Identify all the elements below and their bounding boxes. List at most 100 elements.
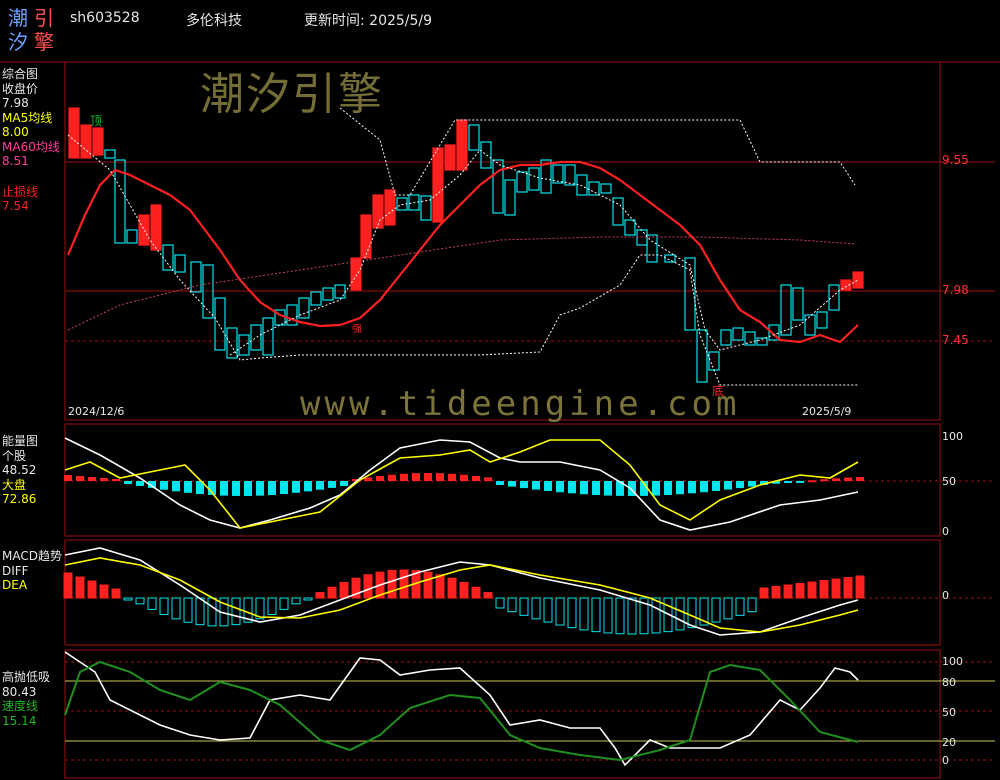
energy-bar-52 [676, 481, 684, 495]
osc-level-0: 0 [942, 754, 949, 767]
macd-bar-28 [387, 570, 397, 599]
energy-bar-46 [604, 481, 612, 496]
macd-bar-6 [123, 597, 133, 601]
macd-bar-18 [267, 597, 277, 615]
candle-36 [492, 159, 504, 214]
macd-bar-67 [855, 575, 865, 599]
candle-8 [150, 204, 162, 251]
energy-bar-34 [460, 474, 468, 481]
macd-bar-26 [363, 574, 373, 599]
macd-bar-36 [483, 592, 493, 599]
macd-bar-4 [99, 584, 109, 599]
macd-bar-1 [63, 572, 73, 599]
trend-line [66, 160, 859, 344]
macd-bar-57 [735, 597, 745, 616]
energy-bar-31 [424, 473, 432, 481]
macd-bar-63 [807, 581, 817, 599]
macd-bar-39 [519, 597, 529, 616]
ma60-label: MA60均线 [2, 139, 60, 154]
macd-bar-23 [327, 586, 337, 599]
macd-bar-3 [87, 580, 97, 599]
candle-61 [804, 314, 816, 336]
candle-31 [432, 147, 444, 223]
energy-bar-5 [112, 479, 120, 481]
candle-7 [138, 214, 150, 246]
osc-level-50: 50 [942, 706, 956, 719]
osc-level-100: 100 [942, 655, 963, 668]
candle-45 [600, 183, 612, 194]
candle-38 [516, 171, 528, 193]
candle-37 [504, 179, 516, 216]
macd-level-0: 0 [942, 589, 949, 602]
candle-47 [624, 219, 636, 236]
candle-17 [262, 317, 274, 356]
energy-bar-32 [436, 473, 444, 481]
candle-60 [792, 287, 804, 321]
energy-bar-54 [700, 481, 708, 493]
energy-bar-35 [472, 476, 480, 481]
energy-bar-17 [256, 481, 264, 496]
macd-bar-55 [711, 597, 721, 623]
macd-bar-11 [183, 597, 193, 623]
energy-bar-27 [376, 476, 384, 481]
candle-22 [322, 287, 334, 301]
candle-65 [852, 271, 864, 289]
candle-14 [226, 327, 238, 359]
macd-bar-34 [459, 581, 469, 599]
osc-level-20: 20 [942, 736, 956, 749]
energy-bar-2 [76, 476, 84, 481]
energy-bar-53 [688, 481, 696, 494]
macd-bar-48 [627, 597, 637, 635]
stock-energy-label: 个股 [2, 448, 27, 463]
price-level-2: 7.98 [942, 283, 969, 297]
macd-bar-22 [315, 592, 325, 599]
energy-bar-3 [88, 477, 96, 481]
energy-bar-36 [484, 477, 492, 481]
bottom-tag: 底 [712, 384, 725, 398]
energy-bar-61 [784, 481, 792, 483]
energy-bar-15 [232, 481, 240, 496]
energy-bar-38 [508, 481, 516, 487]
main-title: 综合图 [2, 67, 39, 81]
energy-bar-43 [568, 481, 576, 494]
energy-bar-39 [520, 481, 528, 489]
energy-bar-19 [280, 481, 288, 495]
close-label: 收盘价 [2, 81, 39, 96]
energy-bar-28 [388, 474, 396, 481]
candle-16 [250, 324, 262, 351]
macd-bar-10 [171, 597, 181, 620]
macd-bar-21 [303, 597, 313, 601]
macd-bar-65 [831, 578, 841, 599]
macd-bar-5 [111, 588, 121, 599]
macd-bar-2 [75, 576, 85, 599]
energy-bar-44 [580, 481, 588, 495]
url-watermark: www.tideengine.com [300, 384, 741, 424]
macd-bar-62 [795, 583, 805, 599]
candle-9 [162, 244, 174, 271]
energy-panel-legend: 能量图 个股 48.52 大盘 72.86 [2, 434, 38, 507]
energy-bar-11 [184, 481, 192, 493]
close-value: 7.98 [2, 96, 29, 110]
energy-bar-55 [712, 481, 720, 491]
macd-bar-40 [531, 597, 541, 620]
candle-35 [480, 141, 492, 169]
macd-bar-31 [423, 571, 433, 599]
candle-34 [468, 124, 480, 151]
energy-bar-63 [808, 480, 816, 483]
stop-value: 7.54 [2, 199, 29, 213]
osc-title: 高抛低吸 [2, 670, 51, 684]
macd-bar-41 [543, 597, 553, 623]
macd-bar-42 [555, 597, 565, 626]
candle-26 [372, 194, 384, 229]
macd-bar-58 [747, 597, 757, 613]
dea-label: DEA [2, 578, 28, 592]
energy-bar-42 [556, 481, 564, 493]
energy-bar-10 [172, 481, 180, 492]
energy-bar-30 [412, 473, 420, 481]
energy-bar-23 [328, 481, 336, 488]
energy-title: 能量图 [2, 434, 39, 448]
macd-bar-9 [159, 597, 169, 615]
candle-43 [576, 174, 588, 196]
stock-energy-value: 48.52 [2, 463, 37, 477]
energy-bar-51 [664, 481, 672, 496]
